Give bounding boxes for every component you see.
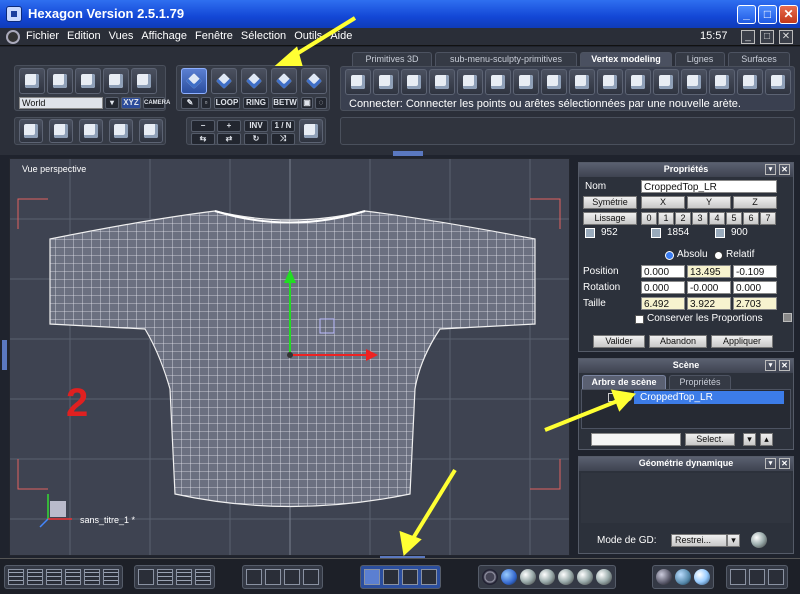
- arrow-head-1: [274, 46, 303, 66]
- arrow-to-scene-item: [544, 398, 621, 432]
- arrow-head-2: [610, 389, 636, 412]
- annotation-arrows: [274, 16, 636, 556]
- arrow-to-bottom-handle: [410, 468, 457, 542]
- arrow-to-vertex-tool: [288, 16, 357, 60]
